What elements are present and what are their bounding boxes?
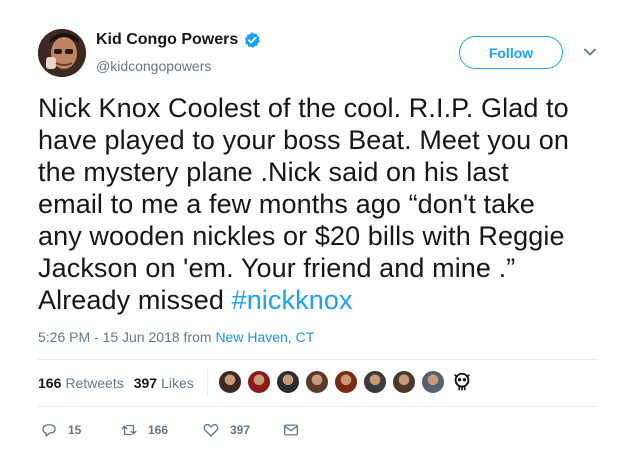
liker-avatar[interactable] [218, 370, 242, 394]
like-action[interactable]: 397 [202, 421, 282, 439]
user-handle[interactable]: @kidcongopowers [96, 58, 211, 74]
like-count: 397 [230, 423, 251, 437]
user-name-text: Kid Congo Powers [96, 31, 239, 48]
tweet-text-prefix: Already missed [38, 285, 232, 315]
reply-icon [42, 424, 56, 437]
divider [38, 359, 598, 360]
tweet-card: Kid Congo Powers @kidcongopowers Follow … [0, 0, 636, 465]
retweets-stat[interactable]: 166 Retweets [38, 375, 124, 391]
chevron-down-icon[interactable] [583, 45, 597, 59]
retweet-count: 166 [148, 423, 169, 437]
tweet-text-line: Nick Knox Coolest of the cool. R.I.P. Gl… [38, 93, 569, 123]
avatar[interactable] [38, 29, 86, 77]
user-name[interactable]: Kid Congo Powers [96, 31, 261, 49]
liker-avatar[interactable] [392, 370, 416, 394]
retweets-count: 166 [38, 374, 62, 391]
liker-avatar-skull[interactable] [450, 370, 474, 394]
tweet-timestamp[interactable]: 5:26 PM - 15 Jun 2018 [38, 329, 180, 345]
envelope-icon [283, 424, 299, 436]
liker-avatar[interactable] [247, 370, 271, 394]
liker-avatar[interactable] [276, 370, 300, 394]
stats-divider [207, 368, 208, 396]
likes-label: Likes [161, 374, 194, 391]
likes-count: 397 [133, 374, 158, 391]
follow-button[interactable]: Follow [459, 36, 563, 69]
from-label: from [179, 329, 216, 345]
tweet-text-line: email to me a few months ago “don't take [38, 189, 535, 219]
skull-icon [454, 372, 470, 391]
liker-avatar[interactable] [363, 370, 387, 394]
likes-stat[interactable]: 397 Likes [134, 375, 194, 391]
tweet-text-line: the mystery plane .Nick said on his last [38, 157, 509, 187]
liker-avatar[interactable] [421, 370, 445, 394]
divider [38, 406, 598, 407]
tweet-stats: 166 Retweets 397 Likes [38, 374, 204, 391]
reply-count: 15 [68, 423, 82, 437]
tweet-text-last-line: Already missed #nickknox [38, 284, 598, 316]
tweet-timestamp-row: 5:26 PM - 15 Jun 2018 from New Haven, CT [38, 329, 314, 345]
tweet-text: Nick Knox Coolest of the cool. R.I.P. Gl… [38, 92, 598, 316]
hashtag-link[interactable]: #nickknox [232, 285, 353, 315]
tweet-text-line: have played to your boss Beat. Meet you … [38, 125, 570, 155]
tweet-actions: 15 166 397 [40, 420, 310, 440]
direct-message-action[interactable] [282, 421, 310, 439]
retweet-icon [121, 424, 137, 436]
tweet-text-line: any wooden nickles or $20 bills with Reg… [38, 221, 565, 251]
liker-avatars [218, 370, 479, 394]
liker-avatar[interactable] [334, 370, 358, 394]
liker-avatar[interactable] [305, 370, 329, 394]
heart-icon [203, 423, 219, 437]
retweets-label: Retweets [65, 374, 124, 391]
tweet-text-line: Jackson on 'em. Your friend and mine .” [38, 253, 516, 283]
avatar-photo [38, 29, 86, 77]
verified-badge-icon [245, 32, 261, 48]
retweet-action[interactable]: 166 [120, 421, 202, 439]
reply-action[interactable]: 15 [40, 421, 120, 439]
location-link[interactable]: New Haven, CT [215, 329, 314, 345]
